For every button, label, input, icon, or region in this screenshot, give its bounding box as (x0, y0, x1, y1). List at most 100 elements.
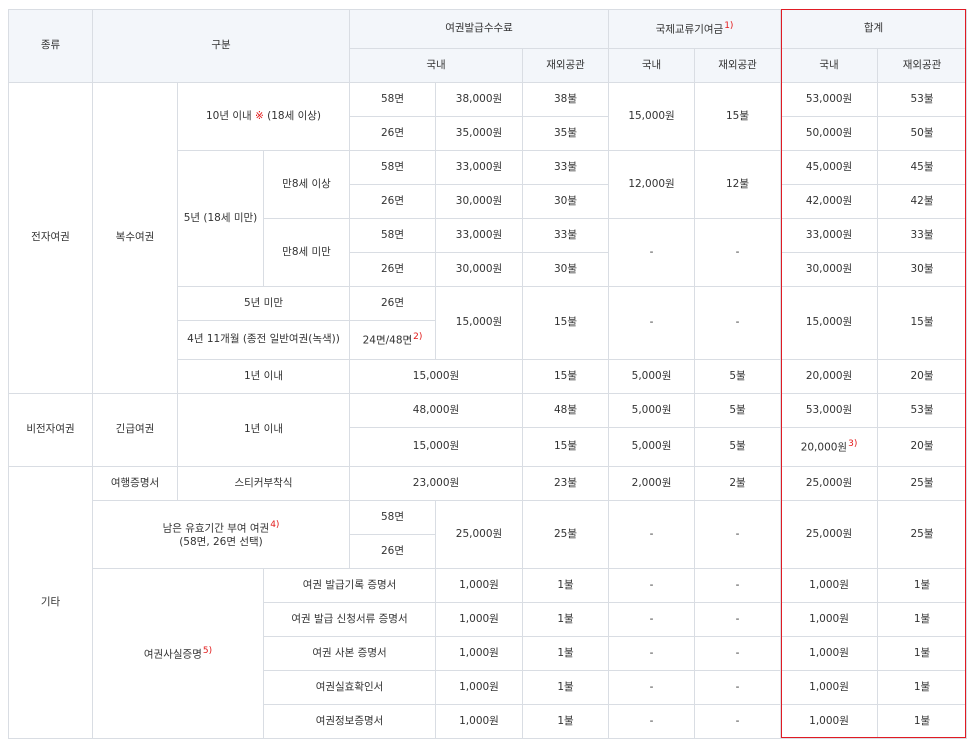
fee-domestic: 15,000원 (349, 359, 523, 394)
fund-overseas: 2불 (694, 466, 782, 501)
total-domestic: 15,000원 (780, 286, 879, 360)
pages-cell: 26면 (349, 534, 436, 569)
fee-overseas: 1불 (521, 568, 610, 603)
fee-domestic: 1,000원 (435, 670, 523, 705)
total-domestic: 33,000원 (780, 218, 879, 253)
pages-cell: 26면 (349, 116, 436, 151)
fee-overseas: 25불 (521, 500, 610, 569)
passport-fee-table: 종류 구분 여권발급수수료 국제교류기여금1) 합계 국내 재외공관 국내 재외… (8, 9, 968, 739)
total-domestic: 42,000원 (780, 184, 879, 219)
sub-fact-cert: 여권사실증명5) (92, 568, 264, 739)
fee-overseas: 15불 (521, 286, 610, 360)
pages-cell: 26면 (349, 184, 436, 219)
fund-overseas: - (694, 568, 782, 603)
total-overseas: 15불 (877, 286, 968, 360)
validity-ten-year-text: 10년 이내 (205, 109, 255, 122)
total-overseas: 25불 (877, 466, 968, 501)
total-overseas: 25불 (877, 500, 968, 569)
fee-overseas: 30불 (521, 252, 610, 287)
fund-overseas: - (694, 704, 782, 739)
footnote-marker-5: 5) (202, 645, 213, 656)
fee-domestic: 1,000원 (435, 636, 523, 671)
total-domestic: 30,000원 (780, 252, 879, 287)
fee-domestic: 23,000원 (349, 466, 523, 501)
fee-overseas: 15불 (521, 359, 610, 394)
table-row: 비전자여권 긴급여권 1년 이내 48,000원 48불 5,000원 5불 5… (8, 393, 968, 467)
fee-domestic: 1,000원 (435, 602, 523, 637)
fund-overseas: - (694, 602, 782, 637)
sub-remaining-validity: 남은 유효기간 부여 여권4) (58면, 26면 선택) (92, 500, 350, 569)
fund-domestic: 15,000원 (608, 82, 696, 151)
total-domestic-value: 20,000원 (800, 441, 848, 454)
total-overseas: 20불 (877, 359, 968, 394)
header-total: 합계 (780, 9, 968, 49)
validity-under5: 5년 미만 (177, 286, 350, 321)
header-intl-fund-label: 국제교류기여금 (655, 23, 724, 36)
header-fund-domestic: 국내 (608, 48, 696, 83)
fee-overseas: 33불 (521, 150, 610, 185)
fee-overseas: 15불 (521, 427, 610, 467)
header-row-1: 종류 구분 여권발급수수료 국제교류기여금1) 합계 (8, 9, 968, 83)
validity-five-year: 5년 (18세 미만) (177, 150, 264, 287)
fund-domestic: - (608, 704, 696, 739)
fee-domestic: 33,000원 (435, 150, 523, 185)
fund-overseas: - (694, 218, 782, 287)
fact-item: 여권 발급기록 증명서 (263, 568, 436, 603)
total-domestic: 25,000원 (780, 500, 879, 569)
fund-domestic: - (608, 670, 696, 705)
header-issue-fee: 여권발급수수료 (348, 9, 610, 49)
fee-overseas: 30불 (521, 184, 610, 219)
fund-overseas: - (694, 500, 782, 569)
validity-age8-under: 만8세 미만 (263, 218, 350, 287)
fact-item: 여권 사본 증명서 (263, 636, 436, 671)
footnote-marker-4: 4) (270, 520, 280, 531)
total-domestic: 20,000원 (780, 359, 879, 394)
footnote-marker-3: 3) (848, 439, 858, 450)
header-issue-overseas: 재외공관 (521, 48, 610, 83)
total-domestic: 20,000원3) (780, 427, 879, 467)
total-overseas: 33불 (877, 218, 968, 253)
validity-four-year: 4년 11개월 (종전 일반여권(녹색)) (177, 320, 350, 360)
fee-overseas: 1불 (521, 602, 610, 637)
fee-overseas: 48불 (521, 393, 610, 428)
fund-domestic: 5,000원 (608, 359, 696, 394)
fee-overseas: 1불 (521, 704, 610, 739)
fee-domestic: 30,000원 (435, 252, 523, 287)
fund-domestic: 2,000원 (608, 466, 696, 501)
total-overseas: 30불 (877, 252, 968, 287)
fund-overseas: - (694, 670, 782, 705)
header-category: 구분 (92, 9, 350, 83)
asterisk-mark: ※ (255, 109, 264, 122)
pages-cell: 58면 (349, 82, 436, 117)
sub-multiple: 복수여권 (92, 82, 178, 394)
total-overseas: 1불 (877, 636, 968, 671)
fee-domestic: 38,000원 (435, 82, 523, 117)
validity-ten-year: 10년 이내 ※ (18세 이상) (177, 82, 350, 151)
fund-overseas: 12불 (694, 150, 782, 219)
total-domestic: 1,000원 (780, 602, 879, 637)
type-other: 기타 (8, 466, 93, 739)
fund-overseas: - (694, 636, 782, 671)
total-domestic: 50,000원 (780, 116, 879, 151)
validity-sticker: 스티커부착식 (177, 466, 350, 501)
total-overseas: 1불 (877, 602, 968, 637)
total-overseas: 1불 (877, 568, 968, 603)
fee-domestic: 1,000원 (435, 568, 523, 603)
pages-24-48: 24면/48면 (362, 334, 413, 347)
header-intl-fund: 국제교류기여금1) (608, 9, 782, 49)
fund-overseas: 15불 (694, 82, 782, 151)
table-row: 남은 유효기간 부여 여권4) (58면, 26면 선택) 58면 25,000원… (9, 500, 968, 569)
validity-one-year: 1년 이내 (177, 359, 350, 394)
fact-cert-label: 여권사실증명 (143, 648, 202, 661)
fee-domestic: 35,000원 (435, 116, 523, 151)
fund-domestic: - (608, 602, 696, 637)
sub-travel-cert: 여행증명서 (92, 466, 178, 501)
pages-cell: 58면 (349, 150, 436, 185)
pages-cell: 26면 (349, 252, 436, 287)
fund-overseas: 5불 (694, 359, 782, 394)
header-fund-overseas: 재외공관 (694, 48, 782, 83)
total-domestic: 1,000원 (780, 568, 879, 603)
total-domestic: 1,000원 (780, 670, 879, 705)
header-issue-domestic: 국내 (349, 48, 523, 83)
table-row: 기타 여행증명서 스티커부착식 23,000원 23불 2,000원 2불 25… (8, 466, 968, 739)
